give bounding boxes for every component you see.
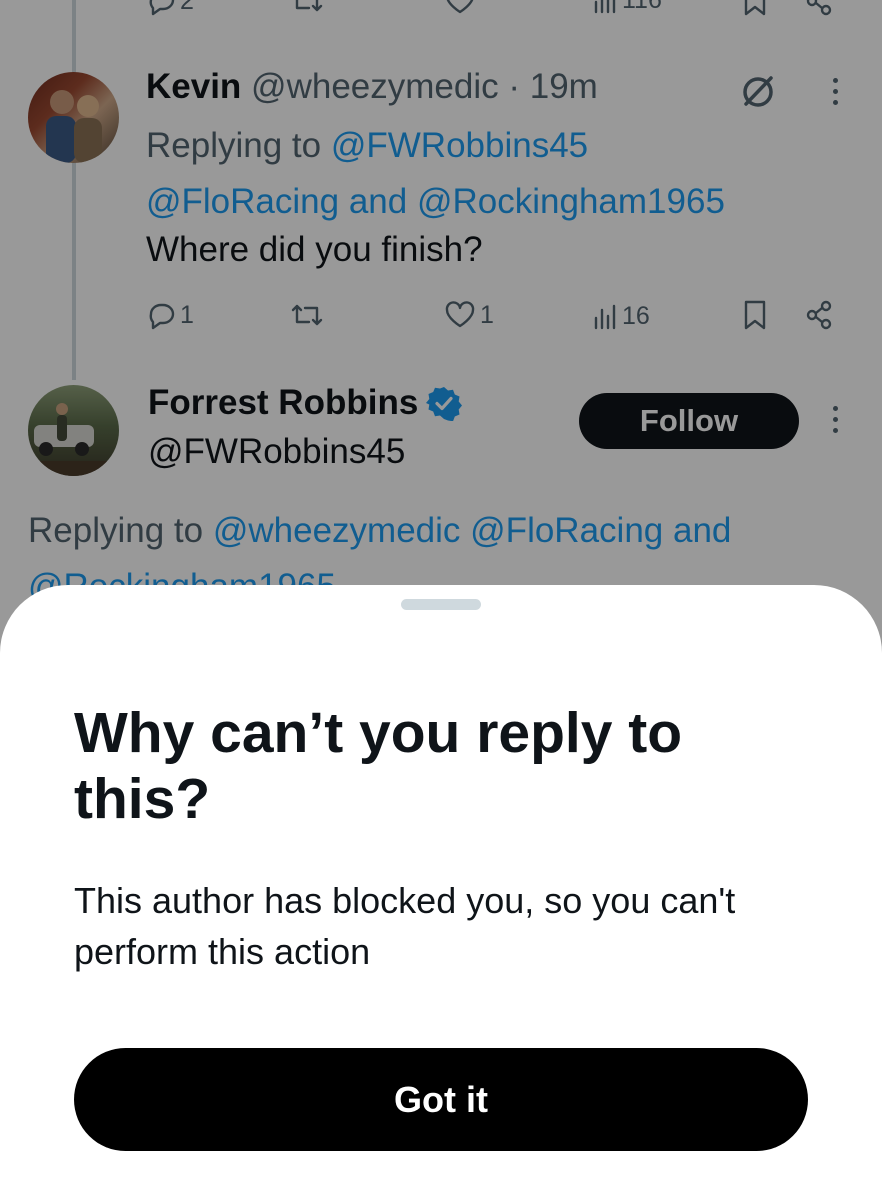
sheet-message: This author has blocked you, so you can'… <box>74 880 736 972</box>
bottom-sheet: Why can’t you reply to this? This author… <box>0 585 882 1200</box>
sheet-drag-handle[interactable] <box>401 599 481 610</box>
got-it-button[interactable]: Got it <box>74 1048 808 1151</box>
sheet-title: Why can’t you reply to this? <box>74 701 683 831</box>
